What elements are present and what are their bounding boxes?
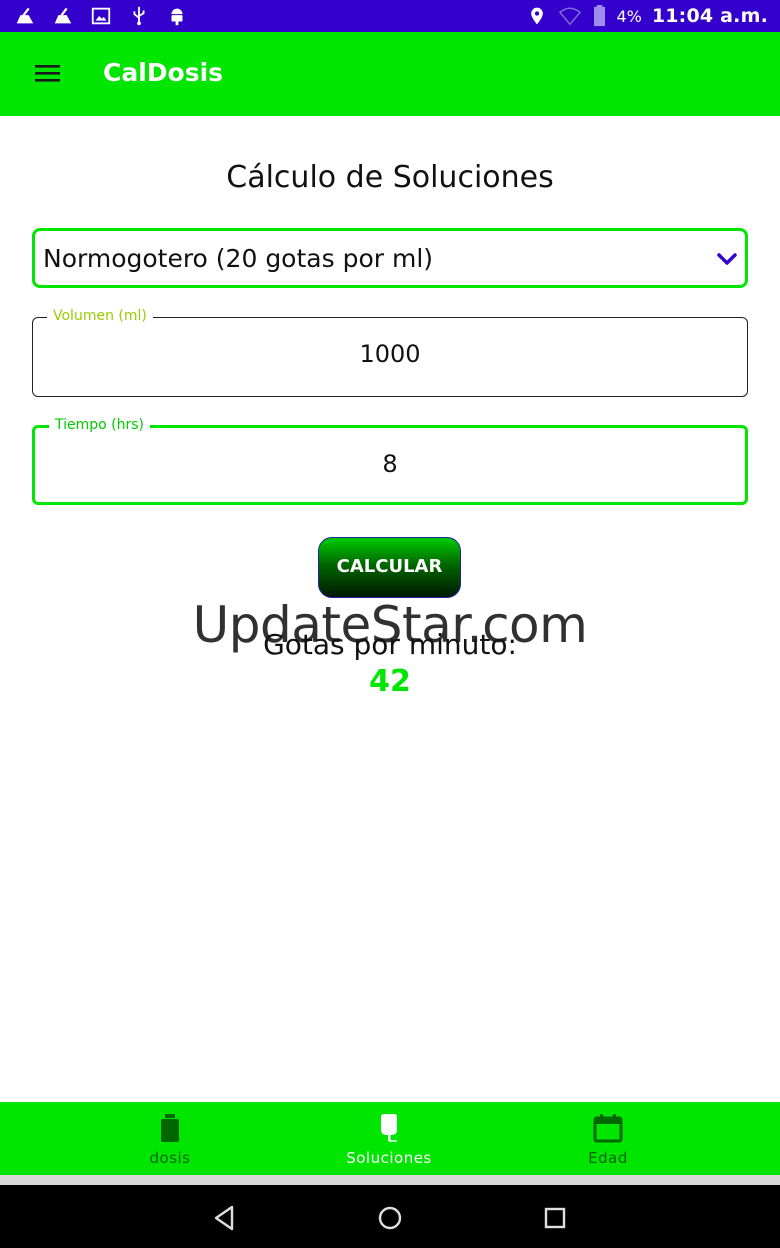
hamburger-menu-icon[interactable]	[26, 54, 70, 94]
recents-icon[interactable]	[540, 1203, 570, 1233]
status-right-icons: 4% 11:04 a.m.	[527, 4, 768, 28]
nav-item-soluciones[interactable]: Soluciones	[309, 1102, 469, 1175]
status-left-icons	[14, 5, 188, 27]
calendar-icon	[593, 1114, 623, 1143]
time-field[interactable]: Tiempo (hrs)	[32, 417, 748, 505]
time-input[interactable]	[35, 450, 745, 478]
nav-item-edad[interactable]: Edad	[528, 1102, 688, 1175]
android-debug-icon	[171, 8, 183, 26]
app-bar: CalDosis	[0, 32, 780, 116]
image-icon	[91, 7, 111, 25]
nav-divider	[0, 1175, 780, 1185]
battery-percent: 4%	[616, 6, 642, 26]
cleaner-icon	[16, 7, 34, 24]
nav-label-dosis: dosis	[149, 1149, 191, 1167]
nav-label-soluciones: Soluciones	[346, 1149, 432, 1167]
watermark: UpdateStar.com	[192, 596, 588, 654]
cleaner-icon	[54, 7, 72, 24]
dropdown-selected-value: Normogotero (20 gotas por ml)	[43, 244, 434, 273]
battery-icon	[594, 5, 606, 27]
time-field-label: Tiempo (hrs)	[49, 417, 151, 433]
status-clock: 11:04 a.m.	[651, 5, 768, 27]
app-title: CalDosis	[103, 58, 224, 87]
home-icon[interactable]	[375, 1203, 405, 1233]
iv-bag-icon	[381, 1114, 397, 1142]
page-title: Cálculo de Soluciones	[226, 160, 554, 195]
dropper-type-dropdown[interactable]: Normogotero (20 gotas por ml)	[32, 228, 748, 288]
location-icon	[531, 7, 544, 25]
wifi-icon	[559, 7, 582, 26]
app-screen: 4% 11:04 a.m. CalDosis Cálculo de Soluci…	[0, 0, 780, 1248]
bottle-icon	[161, 1114, 179, 1142]
volume-input[interactable]	[33, 340, 747, 368]
chevron-down-icon	[717, 253, 737, 265]
status-bar: 4% 11:04 a.m.	[0, 0, 780, 32]
usb-icon	[133, 6, 145, 26]
calculate-button[interactable]: CALCULAR	[318, 537, 461, 598]
result-value: 42	[369, 664, 411, 699]
nav-label-edad: Edad	[588, 1149, 628, 1167]
nav-item-dosis[interactable]: dosis	[90, 1102, 250, 1175]
system-navigation-bar	[0, 1185, 780, 1248]
volume-field-label: Volumen (ml)	[47, 308, 153, 324]
back-icon[interactable]	[210, 1203, 240, 1233]
bottom-navigation: dosis Soluciones Edad	[0, 1102, 780, 1175]
volume-field[interactable]: Volumen (ml)	[32, 308, 748, 397]
